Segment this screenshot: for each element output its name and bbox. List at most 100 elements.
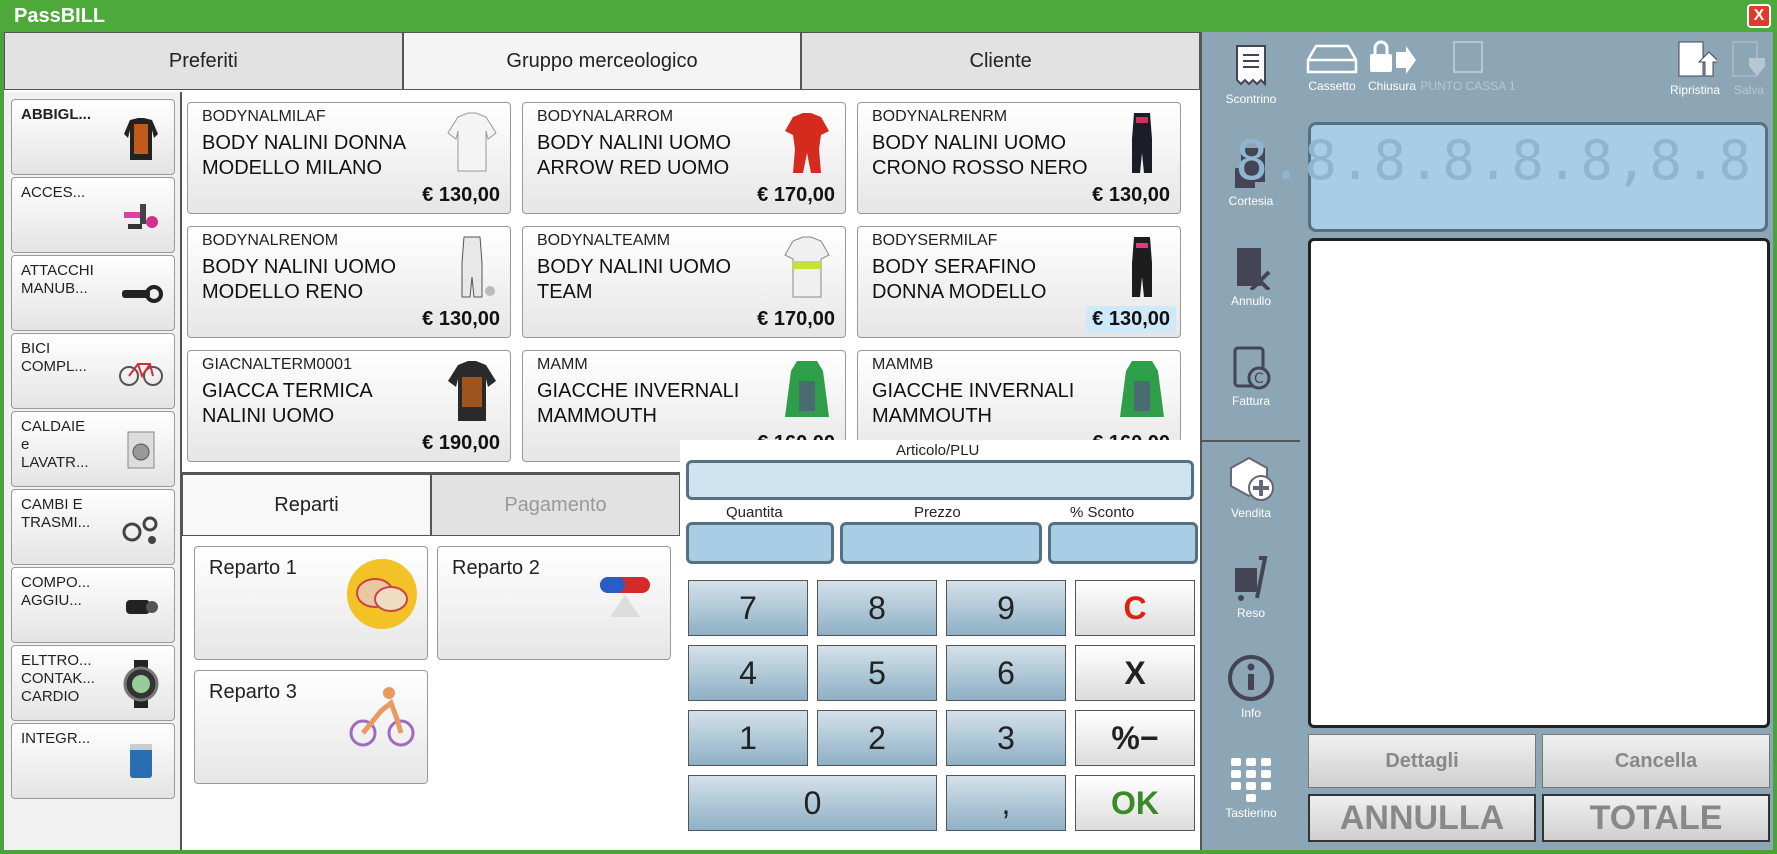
key-9[interactable]: 9 [946,580,1066,636]
sconto-input[interactable] [1048,522,1198,564]
washing-machine-icon [127,431,155,469]
key-3[interactable]: 3 [946,710,1066,766]
key-comma[interactable]: , [946,775,1066,831]
receipt-list[interactable] [1308,238,1770,728]
product-code: MAMMB [872,356,934,373]
product-tile[interactable]: BODYNALTEAMM BODY NALINI UOMO TEAM € 170… [522,226,846,338]
category-bici-complete[interactable]: BICI COMPL... [11,333,175,409]
product-name: BODY NALINI UOMO ARROW RED UOMO [537,132,732,179]
save-icon [1732,41,1765,77]
category-label: ABBIGL... [21,106,91,123]
key-7[interactable]: 7 [688,580,808,636]
product-tile[interactable]: BODYNALRENOM BODY NALINI UOMO MODELLO RE… [187,226,511,338]
watch-icon [123,660,159,708]
chiusura-button[interactable]: Chiusura [1362,40,1422,93]
key-6[interactable]: 6 [946,645,1066,701]
department-grid: Reparto 1 Reparto 2 Reparto 3 [182,536,682,850]
cassetto-label: Cassetto [1308,79,1356,93]
department-label: Reparto 2 [452,557,540,579]
main-frame: Preferiti Gruppo merceologico Cliente AB… [4,32,1773,850]
fattura-button[interactable]: C Fattura [1202,336,1300,432]
category-cambi-trasmissioni[interactable]: CAMBI E TRASMI... [11,489,175,565]
category-label: CALDAIE e LAVATR... [21,418,89,471]
ripristina-button[interactable]: Ripristina [1660,40,1730,97]
department-tile-1[interactable]: Reparto 1 [194,546,428,660]
info-label: Info [1240,706,1261,720]
info-button[interactable]: Info [1202,644,1300,740]
receipt-icon [1236,45,1266,87]
reso-button[interactable]: Reso [1202,544,1300,640]
fattura-label: Fattura [1231,394,1270,408]
department-tile-2[interactable]: Reparto 2 [437,546,671,660]
prezzo-label: Prezzo [914,504,961,521]
tastierino-label: Tastierino [1225,806,1277,820]
annullo-button[interactable]: Annullo [1202,236,1300,332]
punto-cassa-label: PUNTO CASSA 1 [1420,79,1516,93]
product-code: BODYNALARROM [537,108,674,125]
articolo-label: Articolo/PLU [896,442,980,459]
product-code: BODYNALTEAMM [537,232,671,249]
cassetto-button[interactable]: Cassetto [1302,40,1362,93]
jersey-icon [447,112,497,172]
tab-pagamento[interactable]: Pagamento [431,474,680,536]
tab-reparti[interactable]: Reparti [182,474,431,536]
vendita-button[interactable]: Vendita [1202,444,1300,540]
tab-cliente[interactable]: Cliente [801,32,1201,90]
key-0[interactable]: 0 [688,775,937,831]
svg-text:C: C [1254,371,1264,387]
bicycle-icon [119,363,163,386]
close-button[interactable]: X [1747,4,1771,28]
salva-label: Salva [1733,83,1765,97]
product-tile[interactable]: GIACNALTERM0001 GIACCA TERMICA NALINI UO… [187,350,511,462]
key-1[interactable]: 1 [688,710,808,766]
category-elettronica-cardio[interactable]: ELTTRO... CONTAK... CARDIO [11,645,175,721]
salva-button[interactable]: Salva [1724,40,1774,97]
product-name: BODY NALINI UOMO MODELLO RENO [202,256,397,303]
title-bar: PassBILL X [0,0,1777,32]
category-integratori[interactable]: INTEGR... [11,723,175,799]
register-icon [1453,41,1483,73]
tastierino-button[interactable]: Tastierino [1202,744,1300,840]
key-8[interactable]: 8 [817,580,937,636]
product-price: € 130,00 [422,184,500,206]
category-componenti-aggiuntivi[interactable]: COMPO... AGGIU... [11,567,175,643]
articolo-input[interactable] [686,460,1194,500]
cancella-button[interactable]: Cancella [1542,734,1770,788]
department-label: Reparto 3 [209,681,297,703]
key-2[interactable]: 2 [817,710,937,766]
product-tile[interactable]: BODYNALMILAF BODY NALINI DONNA MODELLO M… [187,102,511,214]
restore-icon [1678,41,1721,77]
tab-gruppo-merceologico[interactable]: Gruppo merceologico [402,32,802,90]
winter-jacket-icon [785,361,829,417]
product-name: BODY NALINI DONNA MODELLO MILANO [202,132,406,179]
punto-cassa-button[interactable]: PUNTO CASSA 1 [1418,40,1518,93]
bodysuit-black-icon [1132,113,1152,173]
product-tile[interactable]: BODYNALARROM BODY NALINI UOMO ARROW RED … [522,102,846,214]
tab-preferiti[interactable]: Preferiti [4,32,403,90]
dettagli-button[interactable]: Dettagli [1308,734,1536,788]
prezzo-input[interactable] [840,522,1042,564]
category-accessori[interactable]: ACCES... [11,177,175,253]
key-ok[interactable]: OK [1075,775,1195,831]
department-tile-3[interactable]: Reparto 3 [194,670,428,784]
category-caldaie-lavatrici[interactable]: CALDAIE e LAVATR... [11,411,175,487]
key-5[interactable]: 5 [817,645,937,701]
cortesia-label: Cortesia [1228,194,1274,208]
jacket-icon [124,118,158,160]
key-clear[interactable]: C [1075,580,1195,636]
product-tile[interactable]: BODYNALRENRM BODY NALINI UOMO CRONO ROSS… [857,102,1181,214]
category-abbigliamento[interactable]: ABBIGL... [11,99,175,175]
totale-button[interactable]: TOTALE [1542,794,1770,842]
scontrino-button[interactable]: Scontrino [1202,34,1300,130]
quantita-input[interactable] [686,522,834,564]
product-name: GIACCHE INVERNALI MAMMOUTH [537,380,740,427]
reso-label: Reso [1236,606,1265,620]
key-4[interactable]: 4 [688,645,808,701]
product-tile[interactable]: BODYSERMILAF BODY SERAFINO DONNA MODELLO… [857,226,1181,338]
thermal-jacket-icon [448,361,496,421]
annulla-button[interactable]: ANNULLA [1308,794,1536,842]
category-attacchi-manubrio[interactable]: ATTACCHI MANUB... [11,255,175,331]
key-percent-discount[interactable]: %− [1075,710,1195,766]
key-multiply[interactable]: X [1075,645,1195,701]
product-code: BODYNALMILAF [202,108,326,125]
